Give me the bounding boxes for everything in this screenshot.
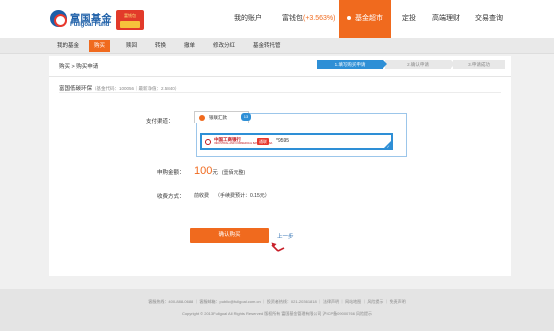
bank-card-number: *9595	[276, 138, 290, 144]
subnav-modify-dividend[interactable]: 修改分红	[208, 40, 240, 52]
amount-in-words: (壹佰元整)	[221, 170, 246, 176]
fee-method-value: 前收费	[194, 193, 210, 199]
top-header: 富国基金 Fullgoal Fund 富钱包 我的账户 富钱包(+3.563%)…	[0, 0, 554, 38]
step-fill-application: 1.填写购买申请	[317, 60, 387, 69]
nav-regular-invest[interactable]: 定投	[402, 0, 416, 38]
nav-wallet-label: 富钱包	[282, 15, 303, 22]
wallet-promo-badge[interactable]: 富钱包	[116, 10, 144, 30]
subnav-buy[interactable]: 购买	[89, 40, 111, 52]
fund-meta: （基金代码：100056｜最新净值：2.5840）	[92, 86, 180, 91]
fee-method: 前收费 （手续费预计：0.15元）	[194, 192, 270, 199]
step-application-success: 3.申请成功	[453, 60, 505, 69]
nav-my-account[interactable]: 我的账户	[234, 0, 262, 38]
bank-card-select[interactable]: 中国工商银行 INDUSTRIAL AND COMMERCIAL BANK OF…	[200, 133, 393, 150]
bank-channel-tag: 通联	[257, 138, 269, 145]
payment-tab-unionpay[interactable]: 银联汇款 13	[194, 111, 251, 123]
header-divider	[49, 76, 511, 77]
fee-estimate: （手续费预计：0.15元）	[215, 193, 270, 199]
icbc-logo-icon	[205, 139, 211, 145]
nav-fund-market[interactable]: 基金超市	[339, 0, 391, 38]
amount-display: 100元 (壹佰元整)	[194, 165, 245, 177]
payment-channel-box: 银联汇款 13 中国工商银行 INDUSTRIAL AND COMMERCIAL…	[194, 111, 407, 157]
nav-wallet-rate: (+3.563%)	[303, 15, 336, 22]
wallet-promo-text: 富钱包	[124, 13, 136, 18]
fund-info: 富国低碳环保（基金代码：100056｜最新净值：2.5840）	[59, 84, 179, 92]
unionpay-icon	[199, 115, 205, 121]
fee-method-label: 收费方式：	[157, 194, 185, 200]
fullgoal-logo[interactable]: 富国基金 Fullgoal Fund 富钱包	[50, 8, 150, 32]
check-icon: ✓	[386, 144, 390, 149]
footer-copyright: Copyright © 2013Fullgoal All Rights Rese…	[181, 311, 373, 316]
subnav-fund-transfer[interactable]: 基金转托管	[248, 40, 286, 52]
breadcrumb: 购买 > 购买申请	[59, 64, 99, 70]
footer-links[interactable]: 客服热线：400-888-0688 ｜ 客服邮箱：public@fullgoal…	[0, 299, 554, 305]
amount-unit: 元	[212, 170, 218, 176]
amount-label: 申购金额：	[157, 170, 185, 176]
payment-channel-label: 支付渠道：	[146, 119, 174, 125]
logo-mark-icon	[50, 10, 67, 27]
logo-english-name: Fullgoal Fund	[70, 22, 110, 28]
nav-high-end-finance[interactable]: 高端理财	[432, 0, 460, 38]
payment-tab-label: 银联汇款	[209, 115, 227, 120]
payment-tab-badge: 13	[241, 113, 251, 121]
nav-fund-market-label: 基金超市	[355, 15, 383, 22]
red-arrow-cursor-icon	[271, 242, 285, 252]
confirm-purchase-button[interactable]: 确认购买	[190, 228, 269, 243]
amount-value: 100	[194, 165, 213, 177]
subnav-cancel-order[interactable]: 撤单	[179, 40, 200, 52]
nav-wallet[interactable]: 富钱包(+3.563%)	[282, 0, 336, 38]
subnav-convert[interactable]: 转换	[150, 40, 171, 52]
wallet-promo-bar	[120, 21, 140, 28]
previous-step-link[interactable]: 上一步	[277, 232, 294, 240]
sub-nav: 我的基金 购买 赎回 转换 撤单 修改分红 基金转托管	[0, 38, 554, 54]
subnav-redeem[interactable]: 赎回	[121, 40, 142, 52]
step-confirm-application: 2.确认申请	[385, 60, 455, 69]
page-footer: 客服热线：400-888-0688 ｜ 客服邮箱：public@fullgoal…	[0, 289, 554, 331]
purchase-panel: 购买 > 购买申请 1.填写购买申请 2.确认申请 3.申请成功 富国低碳环保（…	[49, 56, 511, 276]
fund-divider	[59, 92, 501, 93]
nav-trade-query[interactable]: 交易查询	[475, 0, 503, 38]
progress-steps: 1.填写购买申请 2.确认申请 3.申请成功	[305, 60, 505, 69]
subnav-my-funds[interactable]: 我的基金	[52, 40, 84, 52]
